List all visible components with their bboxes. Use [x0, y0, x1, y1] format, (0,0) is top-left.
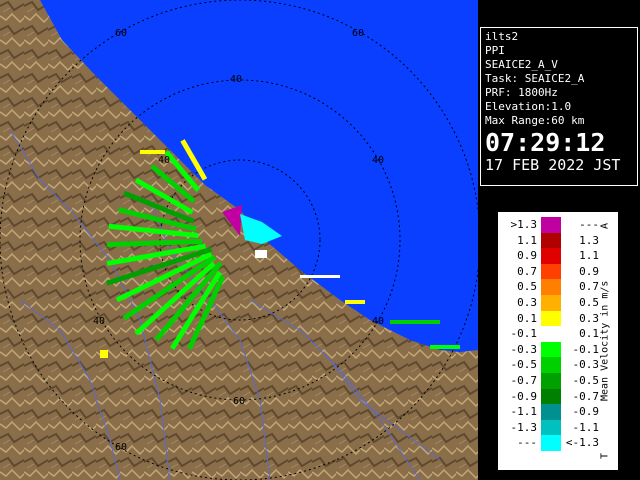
- legend-row: 0.9 1.1: [501, 248, 599, 264]
- legend-color-swatch: [541, 388, 561, 405]
- legend-title: Mean Velocity in m/s: [599, 280, 611, 402]
- legend-color-swatch: [541, 357, 561, 373]
- legend-row: 0.7 0.9: [501, 263, 599, 280]
- radar-info-panel: ilts2 PPI SEAICE2_A_V Task: SEAICE2_A PR…: [480, 27, 638, 186]
- legend-color-swatch: [541, 217, 561, 233]
- legend-high-label: ---: [579, 218, 599, 231]
- range-label: 60: [115, 28, 127, 39]
- legend-color-swatch: [541, 310, 561, 327]
- legend-bottom-marker: T: [599, 452, 611, 459]
- legend-color-swatch: [541, 279, 561, 295]
- range-label: 40: [372, 316, 384, 327]
- range-label: 60: [115, 442, 127, 453]
- legend-low-label: -0.1: [510, 327, 538, 341]
- scan-time: 07:29:12: [485, 128, 606, 157]
- legend-color-swatch: [541, 263, 561, 280]
- legend-high-label: -0.9: [572, 405, 600, 419]
- legend-low-label: 0.5: [517, 280, 537, 294]
- task-name: Task: SEAICE2_A: [485, 72, 585, 85]
- legend-row: 0.1 0.3: [501, 310, 599, 327]
- legend-low-label: 0.1: [517, 311, 537, 325]
- legend-high-label: 0.1: [579, 327, 599, 341]
- site-name: ilts2: [485, 30, 519, 43]
- legend-row: -0.5 -0.3: [501, 357, 599, 373]
- legend-title-group: T Mean Velocity in m/s A: [595, 223, 615, 459]
- legend-high-label: 0.3: [579, 311, 599, 325]
- legend-high-label: -0.3: [572, 358, 600, 372]
- legend-color-swatch: [541, 372, 561, 389]
- legend-row: -0.7 -0.5: [501, 372, 600, 389]
- legend-high-label: 1.1: [579, 249, 599, 263]
- prf-value: PRF: 1800Hz: [485, 86, 558, 99]
- velocity-legend: >1.3 --- 1.1 1.3 0.9 1.1 0.7 0.9 0.5 0.7 0.3 0.5 0.1…: [498, 212, 618, 470]
- legend-high-label: -0.5: [572, 373, 600, 387]
- legend-low-label: -0.7: [510, 373, 538, 387]
- legend-row: -1.3 -1.1: [501, 419, 600, 436]
- legend-low-label: -1.1: [510, 405, 538, 419]
- legend-high-label: 1.3: [579, 233, 599, 247]
- legend-row: --- <-1.3: [501, 435, 599, 451]
- max-range-value: Max Range:60 km: [485, 114, 585, 127]
- legend-row: -0.9 -0.7: [501, 388, 600, 405]
- legend-high-label: 0.9: [579, 264, 599, 278]
- legend-top-marker: A: [599, 223, 611, 230]
- legend-high-label: -0.1: [572, 342, 600, 356]
- legend-row: 1.1 1.3: [501, 232, 599, 249]
- legend-row: >1.3 ---: [501, 217, 599, 233]
- legend-color-swatch: [541, 232, 561, 249]
- echo-ray: [106, 238, 203, 248]
- radar-ppi-display: 60 60 40 40 40 40 40 60 60: [0, 0, 478, 480]
- legend-low-label: 0.9: [517, 249, 537, 263]
- range-label: 40: [372, 155, 384, 166]
- legend-color-swatch: [541, 294, 561, 311]
- legend-row: -1.1 -0.9: [501, 404, 599, 420]
- legend-row: -0.1 0.1: [501, 326, 599, 342]
- legend-row: 0.5 0.7: [501, 279, 599, 295]
- legend-low-label: -0.5: [510, 358, 538, 372]
- legend-rows: >1.3 --- 1.1 1.3 0.9 1.1 0.7 0.9 0.5 0.7 0.3 0.5 0.1…: [501, 217, 599, 451]
- legend-low-label: 0.7: [517, 264, 537, 278]
- legend-low-label: -0.3: [510, 342, 538, 356]
- legend-row: -0.3 -0.1: [501, 341, 600, 358]
- range-label: 40: [93, 316, 105, 327]
- legend-low-label: 1.1: [517, 233, 537, 247]
- legend-low-label: -1.3: [510, 420, 538, 434]
- legend-high-label: 0.5: [579, 295, 599, 309]
- legend-color-swatch: [541, 404, 561, 420]
- legend-low-label: 0.3: [517, 295, 537, 309]
- legend-color-swatch: [541, 419, 561, 436]
- legend-low-label: ---: [517, 436, 537, 450]
- elevation-value: Elevation:1.0: [485, 100, 572, 113]
- legend-row: 0.3 0.5: [501, 294, 599, 311]
- range-label: 60: [352, 28, 364, 39]
- legend-color-swatch: [541, 326, 561, 342]
- range-label: 40: [158, 155, 170, 166]
- legend-high-label: -1.1: [572, 420, 600, 434]
- range-label: 60: [233, 396, 245, 407]
- legend-high-label: 0.7: [579, 280, 599, 294]
- range-label: 40: [230, 74, 242, 85]
- scan-date: 17 FEB 2022 JST: [485, 156, 621, 174]
- product-name: SEAICE2_A_V: [485, 58, 558, 71]
- legend-color-swatch: [541, 341, 561, 358]
- legend-color-swatch: [541, 435, 561, 451]
- legend-high-label: -0.7: [572, 389, 600, 403]
- legend-low-label: >1.3: [510, 218, 538, 231]
- legend-high-label: <-1.3: [565, 436, 599, 450]
- legend-low-label: -0.9: [510, 389, 538, 403]
- legend-color-swatch: [541, 248, 561, 264]
- scan-mode: PPI: [485, 44, 505, 57]
